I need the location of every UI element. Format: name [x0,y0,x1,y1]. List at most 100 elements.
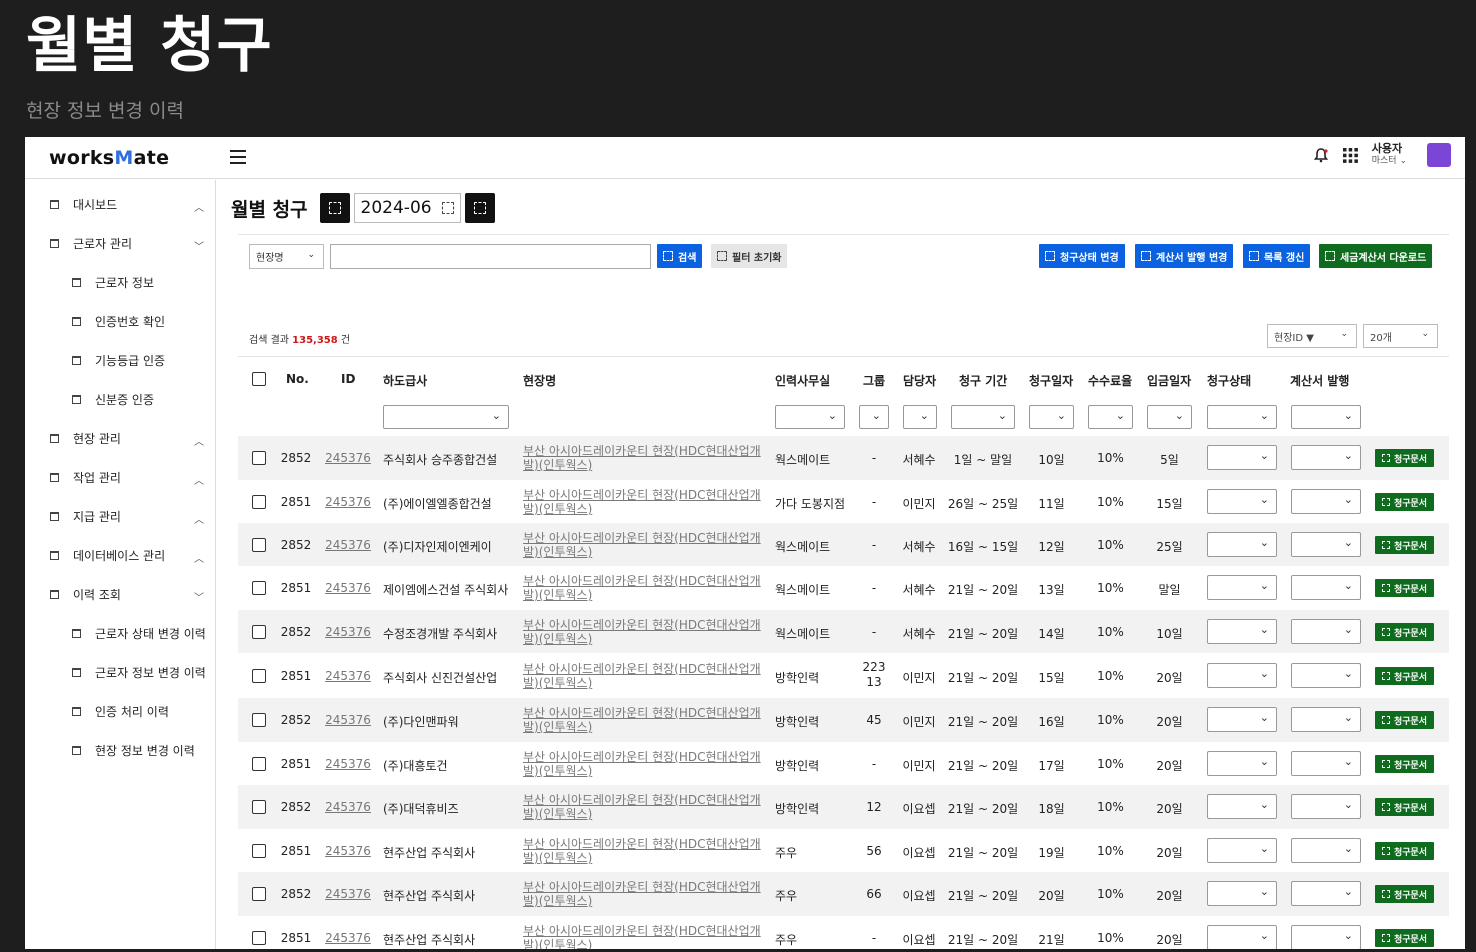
row-status-select[interactable]: ⌄ [1207,925,1277,949]
row-status-select[interactable]: ⌄ [1207,794,1277,819]
bill-document-button[interactable]: 청구문서 [1375,885,1434,903]
row-status-select[interactable]: ⌄ [1207,663,1277,688]
bill-document-button[interactable]: 청구문서 [1375,711,1434,729]
user-menu[interactable]: 사용자 마스터 ⌄ [1372,143,1407,167]
row-site-link[interactable]: 부산 아시아드레이카운티 현장(HDC현대산업개발)(인투웍스) [523,706,763,734]
invoice-filter[interactable]: ⌄ [1291,405,1361,429]
row-id-link[interactable]: 245376 [323,669,373,683]
table-row[interactable]: 2851 245376 (주)에이엘엘종합건설 부산 아시아드레이카운티 현장(HDC… [238,480,1449,523]
row-checkbox[interactable] [252,844,266,858]
avatar[interactable] [1427,143,1451,167]
sidebar-item-db-mgmt[interactable]: 데이터베이스 관리 ︿ [25,536,216,575]
row-checkbox[interactable] [252,669,266,683]
sidebar-item-dashboard[interactable]: 대시보드 ︿ [25,185,216,224]
row-invoice-select[interactable]: ⌄ [1291,881,1361,906]
row-invoice-select[interactable]: ⌄ [1291,663,1361,688]
row-id-link[interactable]: 245376 [323,931,373,945]
row-checkbox[interactable] [252,931,266,945]
row-invoice-select[interactable]: ⌄ [1291,751,1361,776]
row-site-link[interactable]: 부산 아시아드레이카운티 현장(HDC현대산업개발)(인투웍스) [523,531,763,559]
row-invoice-select[interactable]: ⌄ [1291,619,1361,644]
row-id-link[interactable]: 245376 [323,451,373,465]
row-site-link[interactable]: 부산 아시아드레이카운티 현장(HDC현대산업개발)(인투웍스) [523,837,763,865]
row-invoice-select[interactable]: ⌄ [1291,794,1361,819]
table-row[interactable]: 2852 245376 현주산업 주식회사 부산 아시아드레이카운티 현장(HDC현대… [238,872,1449,916]
bill-day-filter[interactable]: ⌄ [1029,405,1074,429]
sidebar-item-id-verify[interactable]: 신분증 인증 [25,380,216,419]
row-id-link[interactable]: 245376 [323,538,373,552]
row-site-link[interactable]: 부산 아시아드레이카운티 현장(HDC현대산업개발)(인투웍스) [523,618,763,646]
row-invoice-select[interactable]: ⌄ [1291,445,1361,470]
row-checkbox[interactable] [252,538,266,552]
sidebar-item-site-mgmt[interactable]: 현장 관리 ︿ [25,419,216,458]
manager-filter[interactable]: ⌄ [903,405,937,429]
bill-document-button[interactable]: 청구문서 [1375,755,1434,773]
group-filter[interactable]: ⌄ [859,405,889,429]
menu-icon[interactable] [230,150,246,164]
col-no[interactable]: No. [286,372,309,386]
row-invoice-select[interactable]: ⌄ [1291,925,1361,949]
col-manager[interactable]: 담당자 [903,372,936,389]
bill-document-button[interactable]: 청구문서 [1375,493,1434,511]
row-site-link[interactable]: 부산 아시아드레이카운티 현장(HDC현대산업개발)(인투웍스) [523,924,763,949]
sidebar-item-auth-code[interactable]: 인증번호 확인 [25,302,216,341]
office-filter[interactable]: ⌄ [775,405,845,429]
table-row[interactable]: 2851 245376 현주산업 주식회사 부산 아시아드레이카운티 현장(HDC현대… [238,916,1449,949]
row-checkbox[interactable] [252,887,266,901]
sidebar-item-history[interactable]: 이력 조회 ﹀ [25,575,216,614]
row-checkbox[interactable] [252,800,266,814]
row-site-link[interactable]: 부산 아시아드레이카운티 현장(HDC현대산업개발)(인투웍스) [523,444,763,472]
sidebar-item-site-info-history[interactable]: 현장 정보 변경 이력 [25,731,216,770]
row-invoice-select[interactable]: ⌄ [1291,575,1361,600]
col-group[interactable]: 그룹 [863,372,885,389]
row-checkbox[interactable] [252,581,266,595]
row-status-select[interactable]: ⌄ [1207,445,1277,470]
col-contractor[interactable]: 하도급사 [383,372,427,389]
table-row[interactable]: 2852 245376 (주)다인맨파워 부산 아시아드레이카운티 현장(HDC현대산… [238,698,1449,742]
col-id[interactable]: ID [341,372,355,386]
refresh-list-button[interactable]: 목록 갱신 [1243,244,1311,268]
row-site-link[interactable]: 부산 아시아드레이카운티 현장(HDC현대산업개발)(인투웍스) [523,880,763,908]
change-invoice-button[interactable]: 계산서 발행 변경 [1135,244,1234,268]
table-row[interactable]: 2851 245376 주식회사 신진건설산업 부산 아시아드레이카운티 현장(HDC… [238,653,1449,698]
sidebar-item-skill-grade[interactable]: 기능등급 인증 [25,341,216,380]
col-fee[interactable]: 수수료율 [1088,372,1132,389]
sidebar-item-work-mgmt[interactable]: 작업 관리 ︿ [25,458,216,497]
reset-filter-button[interactable]: 필터 초기화 [711,244,788,268]
col-bill-day[interactable]: 청구일자 [1029,372,1073,389]
table-row[interactable]: 2852 245376 주식회사 승주종합건설 부산 아시아드레이카운티 현장(HDC… [238,436,1449,480]
next-month-button[interactable] [464,193,495,223]
contractor-filter[interactable]: ⌄ [383,405,509,429]
bill-document-button[interactable]: 청구문서 [1375,929,1434,947]
sidebar-item-worker-info[interactable]: 근로자 정보 [25,263,216,302]
bill-document-button[interactable]: 청구문서 [1375,667,1434,685]
table-row[interactable]: 2851 245376 (주)대흥토건 부산 아시아드레이카운티 현장(HDC현대산업… [238,742,1449,785]
row-invoice-select[interactable]: ⌄ [1291,838,1361,863]
col-period[interactable]: 청구 기간 [959,372,1007,389]
row-status-select[interactable]: ⌄ [1207,575,1277,600]
row-invoice-select[interactable]: ⌄ [1291,707,1361,732]
search-button[interactable]: 검색 [657,244,703,268]
status-filter[interactable]: ⌄ [1207,405,1277,429]
row-site-link[interactable]: 부산 아시아드레이카운티 현장(HDC현대산업개발)(인투웍스) [523,793,763,821]
bell-icon[interactable] [1313,147,1329,163]
row-status-select[interactable]: ⌄ [1207,489,1277,514]
sort-select[interactable]: 현장ID ▼ ⌄ [1267,324,1357,348]
row-id-link[interactable]: 245376 [323,625,373,639]
page-size-select[interactable]: 20개 ⌄ [1363,324,1438,348]
search-input[interactable] [330,244,651,269]
table-row[interactable]: 2851 245376 현주산업 주식회사 부산 아시아드레이카운티 현장(HDC현대… [238,829,1449,872]
period-filter[interactable]: ⌄ [951,405,1015,429]
row-checkbox[interactable] [252,757,266,771]
select-all-checkbox[interactable] [252,372,266,386]
row-id-link[interactable]: 245376 [323,887,373,901]
row-checkbox[interactable] [252,451,266,465]
sidebar-item-worker-status-history[interactable]: 근로자 상태 변경 이력 [25,614,216,653]
row-invoice-select[interactable]: ⌄ [1291,489,1361,514]
row-status-select[interactable]: ⌄ [1207,707,1277,732]
row-checkbox[interactable] [252,495,266,509]
sidebar-item-worker-info-history[interactable]: 근로자 정보 변경 이력 [25,653,216,692]
row-status-select[interactable]: ⌄ [1207,619,1277,644]
sidebar-item-auth-history[interactable]: 인증 처리 이력 [25,692,216,731]
sidebar-item-worker-mgmt[interactable]: 근로자 관리 ﹀ [25,224,216,263]
